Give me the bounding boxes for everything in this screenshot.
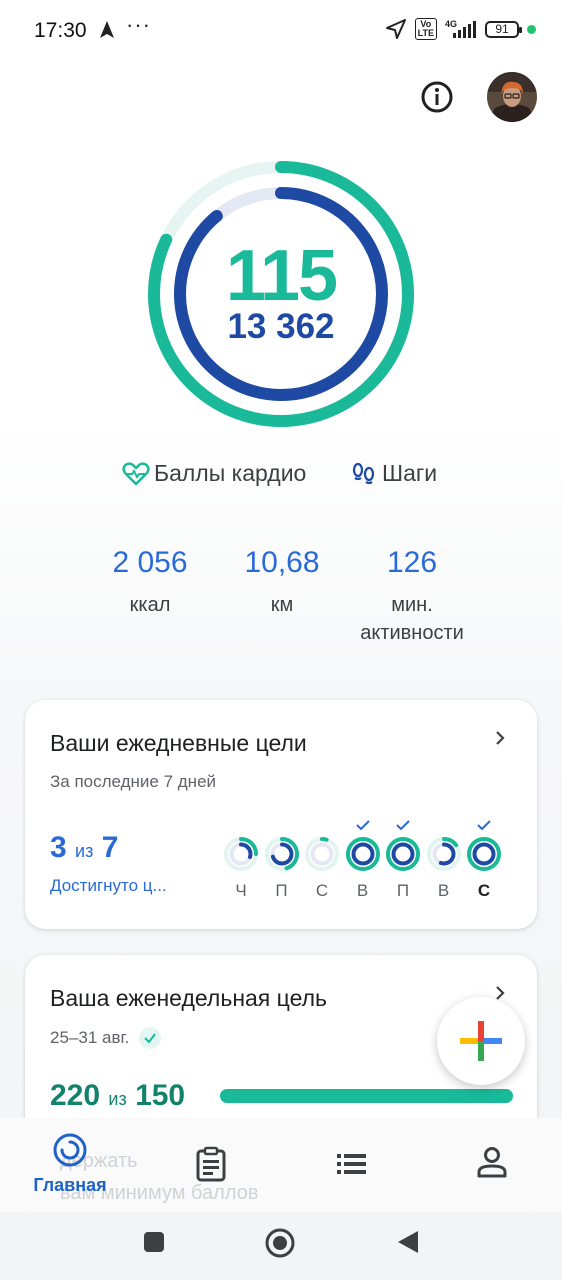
weekly-goal-range: 25–31 авг. xyxy=(50,1027,162,1049)
svg-text:4G: 4G xyxy=(445,19,457,29)
day-check-empty xyxy=(221,818,261,836)
avatar[interactable] xyxy=(487,72,537,122)
day-ring xyxy=(305,837,339,871)
day-goal-6: С xyxy=(464,818,504,901)
day-ring xyxy=(345,837,380,871)
stat-distance-label: км xyxy=(270,594,294,616)
info-icon[interactable] xyxy=(420,80,454,114)
nav-profile[interactable] xyxy=(475,1146,509,1183)
avatar-image xyxy=(487,72,537,122)
nav-home[interactable]: Главная xyxy=(22,1132,118,1196)
daily-goals-days: ЧПСВПВС xyxy=(221,818,505,901)
daily-goals-card[interactable]: Ваши ежедневные цели За последние 7 дней… xyxy=(25,700,537,929)
weekly-goal-title: Ваша еженедельная цель xyxy=(50,985,327,1011)
stat-calories-label: ккал xyxy=(129,594,171,616)
status-dots: ··· xyxy=(126,12,151,37)
day-label: Ч xyxy=(235,881,247,900)
nav-journal[interactable] xyxy=(194,1146,228,1187)
day-check-empty xyxy=(262,818,302,836)
navigation-arrow-icon xyxy=(100,21,114,38)
day-label: В xyxy=(437,881,450,900)
day-ring xyxy=(467,837,501,871)
daily-goals-subtitle: За последние 7 дней xyxy=(50,772,217,791)
stat-calories: 2 056 ккал xyxy=(100,545,200,619)
stat-active-minutes-label-line2: активности xyxy=(360,622,464,644)
home-circle-icon[interactable] xyxy=(264,1227,296,1259)
check-icon xyxy=(343,818,383,836)
signal-icon: 4G xyxy=(445,19,476,38)
stat-active-minutes-value: 126 xyxy=(386,546,438,579)
day-goal-3: В xyxy=(343,818,383,901)
location-icon xyxy=(385,19,406,39)
day-label: С xyxy=(477,881,491,900)
day-ring xyxy=(264,837,299,871)
stat-active-minutes-label-line1: мин. xyxy=(391,594,433,616)
nav-home-label: Главная xyxy=(33,1175,107,1195)
battery-level: 91 xyxy=(495,21,509,36)
daily-goals-title: Ваши ежедневные цели xyxy=(50,730,307,756)
daily-goals-total: 7 xyxy=(101,831,119,864)
day-label: П xyxy=(396,881,410,900)
cardio-points-value: 115 xyxy=(225,236,338,316)
stat-active-minutes: 126 мин. активности xyxy=(342,545,482,647)
day-label: В xyxy=(356,881,369,900)
nav-browse[interactable] xyxy=(335,1152,369,1181)
day-label: С xyxy=(315,881,329,900)
check-icon xyxy=(139,1027,162,1049)
stat-active-minutes-label: мин. активности xyxy=(342,591,482,647)
daily-goals-achieved-label: Достигнуто ц... xyxy=(50,876,167,895)
browse-list-icon xyxy=(337,1154,366,1174)
add-button[interactable] xyxy=(437,997,525,1085)
stat-distance-value: 10,68 xyxy=(244,546,320,579)
weekly-goal-value: 220 из 150 xyxy=(50,1079,185,1113)
stat-distance: 10,68 км xyxy=(232,545,332,619)
day-ring xyxy=(224,837,258,871)
weekly-goal-range-text: 25–31 авг. xyxy=(50,1028,130,1047)
volte-badge: Vo LTE xyxy=(414,18,437,40)
day-label: П xyxy=(275,881,288,900)
day-ring xyxy=(386,837,420,871)
privacy-dot xyxy=(527,24,536,34)
legend-cardio: Баллы кардио xyxy=(122,460,306,487)
day-check-empty xyxy=(302,818,342,836)
weekly-goal-progress-bar xyxy=(220,1089,513,1103)
recents-square-icon[interactable] xyxy=(142,1230,166,1254)
status-time: 17:30 xyxy=(34,19,87,42)
steps-value: 13 362 xyxy=(227,307,335,346)
day-ring xyxy=(426,837,461,871)
journal-icon xyxy=(196,1146,226,1182)
day-goal-0: Ч xyxy=(221,818,261,901)
day-goal-5: В xyxy=(424,818,464,901)
back-triangle-icon[interactable] xyxy=(396,1229,420,1255)
legend-steps: Шаги xyxy=(350,460,437,487)
weekly-goal-of: из xyxy=(108,1089,127,1109)
legend-steps-label: Шаги xyxy=(382,460,438,486)
daily-goals-of: из xyxy=(75,841,94,861)
day-goal-2: С xyxy=(302,818,342,901)
legend-cardio-label: Баллы кардио xyxy=(154,460,307,486)
battery-icon: 91 xyxy=(485,20,522,38)
status-icons: Vo LTE 4G 91 xyxy=(385,18,536,40)
day-goal-4: П xyxy=(383,818,423,901)
heart-icon xyxy=(122,461,150,485)
plus-icon xyxy=(460,1021,502,1061)
profile-icon xyxy=(477,1147,507,1178)
stat-calories-value: 2 056 xyxy=(112,546,188,579)
weekly-goal-target: 150 xyxy=(135,1079,186,1112)
daily-goals-count-value: 3 xyxy=(50,831,67,864)
chevron-right-icon[interactable] xyxy=(492,730,508,746)
daily-goals-count: 3 из 7 xyxy=(50,831,118,865)
day-check-empty xyxy=(424,818,464,836)
home-rings-icon xyxy=(53,1133,87,1167)
status-bar: 17:30 ··· Vo LTE 4G 91 xyxy=(0,0,562,62)
steps-icon xyxy=(352,462,375,484)
day-goal-1: П xyxy=(262,818,302,901)
check-icon xyxy=(383,818,423,836)
check-icon xyxy=(464,818,504,836)
weekly-goal-current: 220 xyxy=(50,1079,101,1112)
